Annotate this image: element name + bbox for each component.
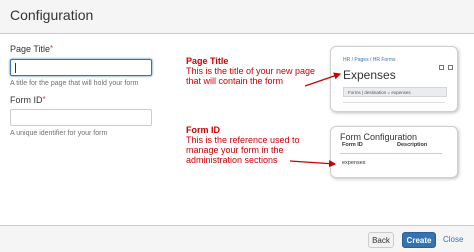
close-link[interactable]: Close: [443, 235, 463, 244]
arrow-to-form-id: [289, 160, 337, 168]
dialog-footer: Back Create Close: [0, 225, 474, 252]
arrow-to-page-title: [304, 72, 342, 87]
create-button[interactable]: Create: [402, 232, 436, 248]
annotation-arrows: [289, 72, 342, 168]
back-button[interactable]: Back: [368, 232, 394, 248]
